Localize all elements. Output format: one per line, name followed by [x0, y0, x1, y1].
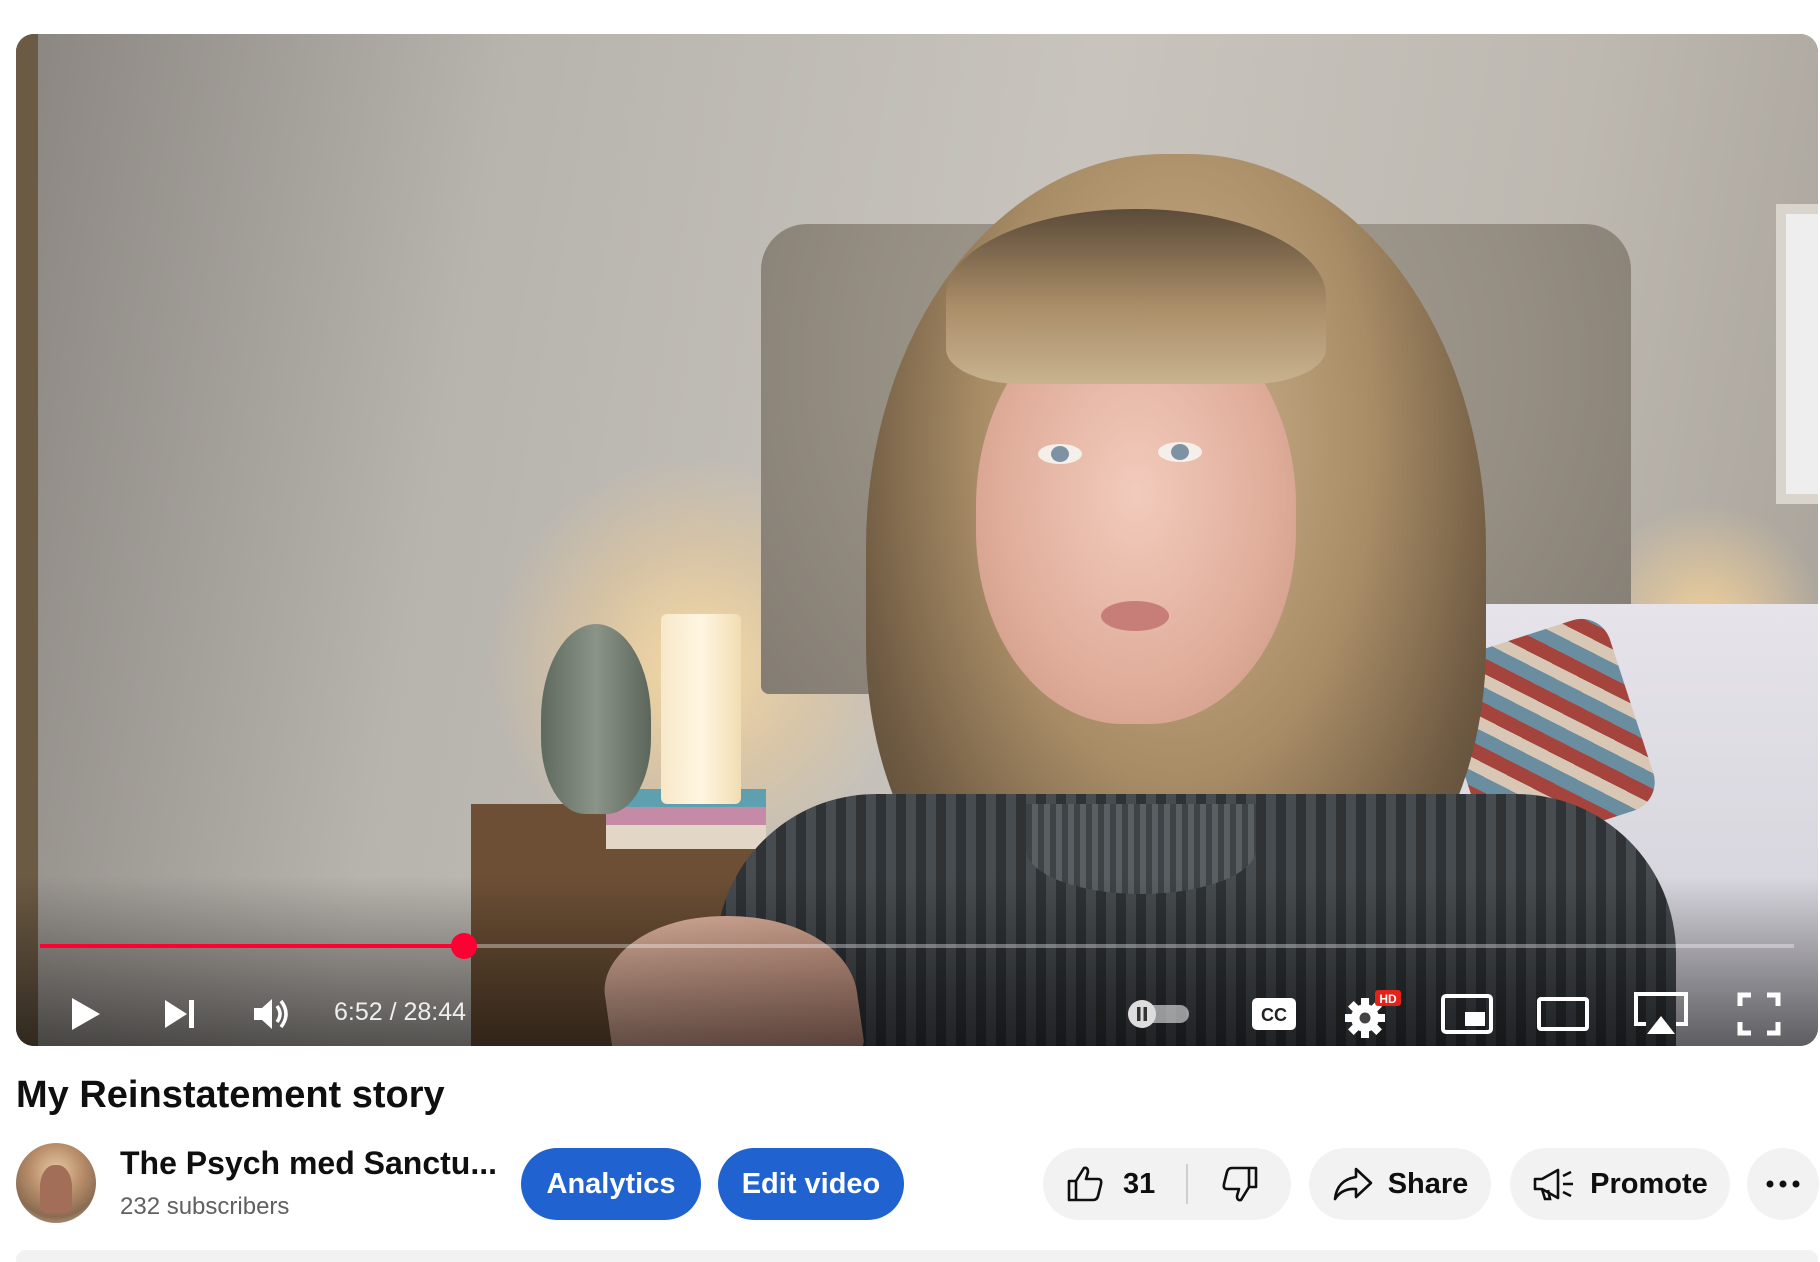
- autoplay-toggle-icon: [1128, 1000, 1189, 1028]
- video-frame: [16, 34, 1818, 1046]
- share-button[interactable]: Share: [1309, 1148, 1491, 1220]
- avatar[interactable]: [16, 1143, 96, 1223]
- video-title: My Reinstatement story: [16, 1074, 445, 1116]
- time-display: 6:52 / 28:44: [334, 998, 467, 1026]
- gear-icon: HD: [1345, 990, 1401, 1038]
- next-icon: [165, 1000, 194, 1028]
- thumbs-down-icon: [1222, 1166, 1258, 1202]
- play-button[interactable]: [56, 984, 116, 1044]
- like-dislike-group: 31: [1043, 1148, 1291, 1220]
- analytics-button[interactable]: Analytics: [521, 1148, 701, 1220]
- autoplay-toggle[interactable]: [1124, 984, 1194, 1044]
- svg-text:CC: CC: [1261, 1005, 1287, 1025]
- thumbs-up-icon: [1067, 1166, 1103, 1202]
- captions-button[interactable]: CC: [1244, 984, 1304, 1044]
- airplay-button[interactable]: [1626, 984, 1696, 1044]
- like-divider: [1186, 1164, 1188, 1204]
- fullscreen-icon: [1737, 992, 1781, 1036]
- player-controls: 6:52 / 28:44 CC HD: [16, 984, 1818, 1044]
- promote-label: Promote: [1590, 1167, 1708, 1200]
- theater-mode-icon: [1537, 997, 1589, 1031]
- edit-video-button[interactable]: Edit video: [718, 1148, 904, 1220]
- theater-mode-button[interactable]: [1530, 984, 1596, 1044]
- progress-bar[interactable]: [40, 933, 1794, 959]
- share-icon: [1333, 1167, 1372, 1201]
- like-button[interactable]: 31: [1043, 1148, 1187, 1220]
- settings-button[interactable]: HD: [1338, 984, 1404, 1044]
- next-button[interactable]: [150, 984, 210, 1044]
- progress-played: [40, 944, 465, 948]
- miniplayer-icon: [1441, 994, 1493, 1034]
- share-label: Share: [1387, 1167, 1469, 1200]
- more-horizontal-icon: [1766, 1180, 1800, 1188]
- megaphone-icon: [1533, 1168, 1574, 1201]
- airplay-icon: [1634, 992, 1688, 1034]
- promote-button[interactable]: Promote: [1510, 1148, 1730, 1220]
- more-actions-button[interactable]: [1747, 1148, 1819, 1220]
- video-player[interactable]: 6:52 / 28:44 CC HD: [16, 34, 1818, 1046]
- subscriber-count: 232 subscribers: [120, 1193, 290, 1220]
- description-box[interactable]: [16, 1250, 1818, 1262]
- miniplayer-button[interactable]: [1434, 984, 1500, 1044]
- dislike-button[interactable]: [1189, 1148, 1291, 1220]
- hd-badge: HD: [1379, 992, 1397, 1006]
- channel-name[interactable]: The Psych med Sanctu...: [120, 1145, 497, 1182]
- volume-icon: [254, 999, 288, 1029]
- play-icon: [72, 998, 100, 1030]
- fullscreen-button[interactable]: [1726, 984, 1792, 1044]
- mute-button[interactable]: [242, 984, 302, 1044]
- captions-icon: CC: [1252, 998, 1296, 1030]
- like-count: 31: [1123, 1167, 1156, 1200]
